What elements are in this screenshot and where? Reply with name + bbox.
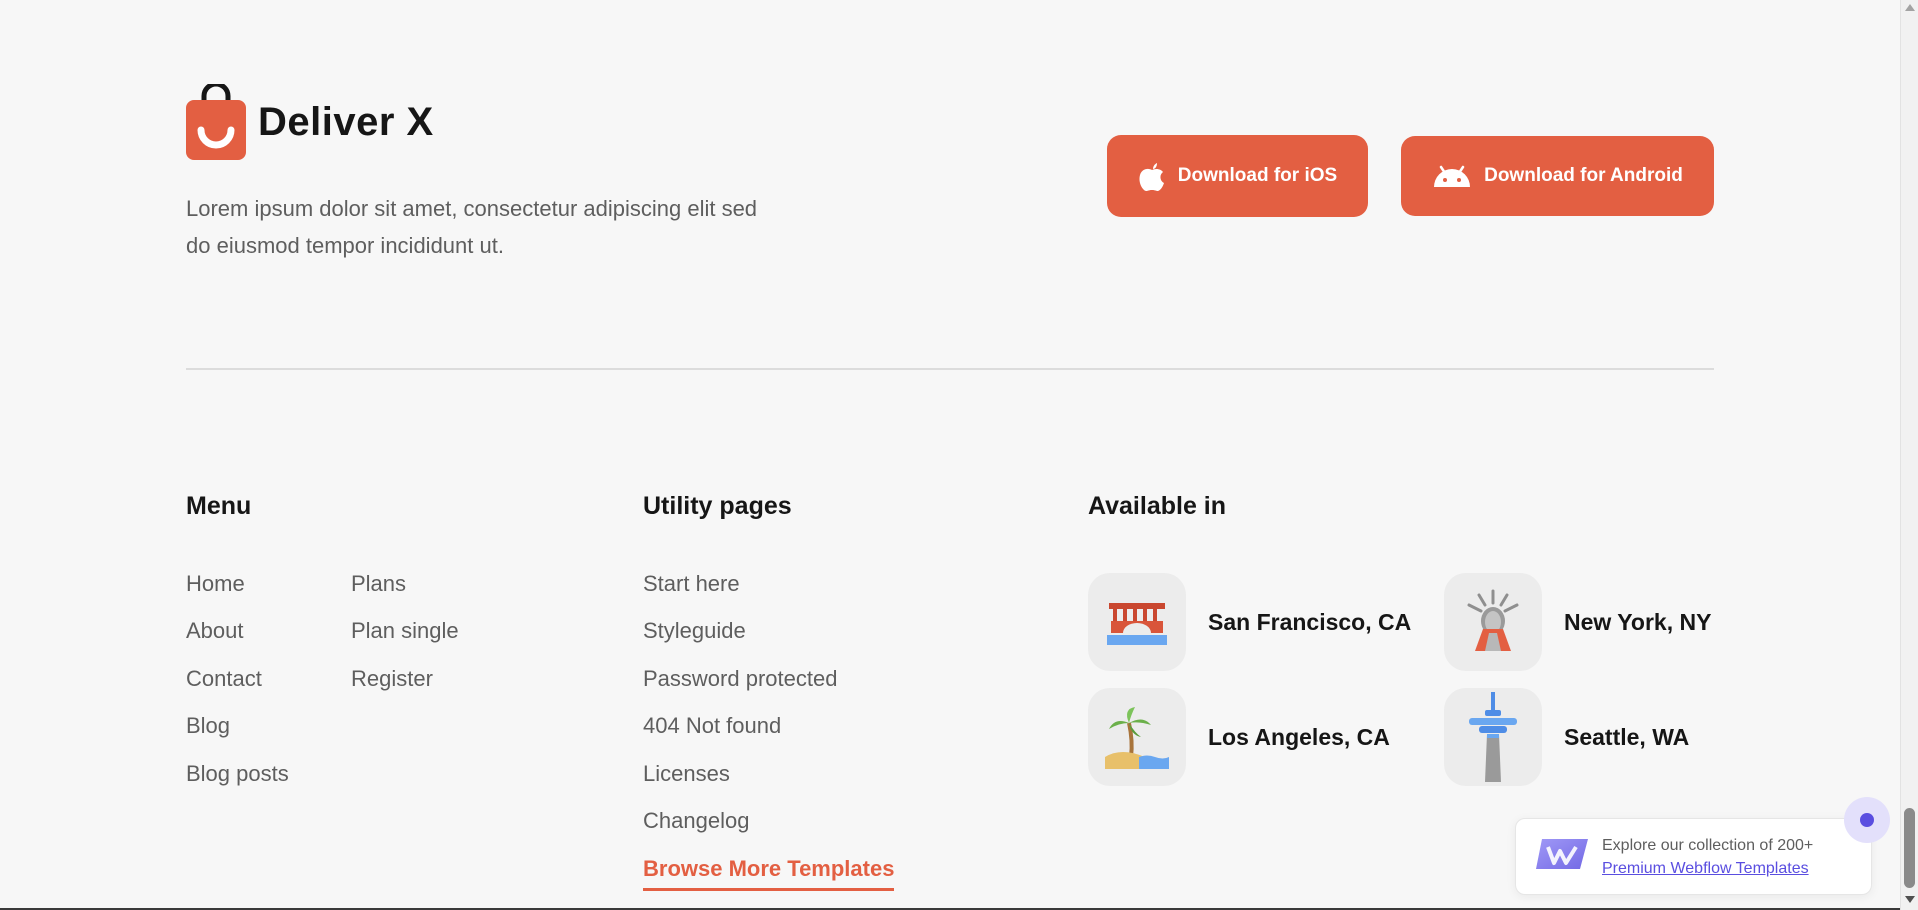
premium-webflow-templates-link[interactable]: Premium Webflow Templates (1602, 860, 1809, 877)
download-android-label: Download for Android (1484, 165, 1683, 186)
available-title: Available in (1088, 492, 1227, 520)
city-seattle[interactable]: Seattle, WA (1444, 688, 1689, 786)
menu-title: Menu (186, 492, 252, 520)
city-los-angeles[interactable]: Los Angeles, CA (1088, 688, 1390, 786)
palm-beach-icon (1088, 688, 1186, 786)
space-needle-icon (1444, 688, 1542, 786)
utility-title: Utility pages (643, 492, 792, 520)
android-icon (1432, 163, 1472, 189)
promo-text: Explore our collection of 200+ (1602, 836, 1814, 854)
dot-icon (1860, 813, 1874, 827)
scroll-up-arrow-icon[interactable] (1905, 4, 1915, 11)
download-ios-button[interactable]: Download for iOS (1107, 135, 1368, 217)
statue-of-liberty-icon (1444, 573, 1542, 671)
menu-link-home[interactable]: Home (186, 571, 245, 597)
webflow-promo-card[interactable]: Explore our collection of 200+ Premium W… (1515, 818, 1872, 895)
city-name: San Francisco, CA (1208, 608, 1412, 635)
city-name: Los Angeles, CA (1208, 723, 1390, 750)
brand[interactable]: Deliver X (186, 81, 434, 160)
scrollbar[interactable] (1900, 0, 1918, 910)
download-android-button[interactable]: Download for Android (1401, 136, 1714, 216)
download-ios-label: Download for iOS (1177, 165, 1338, 186)
utility-link-password-protected[interactable]: Password protected (643, 666, 837, 692)
menu-link-contact[interactable]: Contact (186, 666, 262, 692)
city-name: New York, NY (1564, 608, 1712, 635)
promo-toggle-button[interactable] (1844, 797, 1890, 843)
browse-more-templates-link[interactable]: Browse More Templates (643, 856, 895, 891)
menu-link-plan-single[interactable]: Plan single (351, 618, 459, 644)
city-san-francisco[interactable]: San Francisco, CA (1088, 573, 1411, 671)
brand-name: Deliver X (258, 99, 434, 144)
utility-link-changelog[interactable]: Changelog (643, 808, 749, 834)
scroll-down-arrow-icon[interactable] (1905, 896, 1915, 903)
menu-link-blog[interactable]: Blog (186, 713, 230, 739)
menu-link-plans[interactable]: Plans (351, 571, 406, 597)
apple-icon (1138, 160, 1166, 192)
golden-gate-bridge-icon (1088, 573, 1186, 671)
utility-link-licenses[interactable]: Licenses (643, 761, 730, 787)
menu-link-about[interactable]: About (186, 618, 244, 644)
webflow-logo-icon (1536, 835, 1588, 878)
city-new-york[interactable]: New York, NY (1444, 573, 1711, 671)
scrollbar-thumb[interactable] (1904, 808, 1915, 888)
menu-link-blog-posts[interactable]: Blog posts (186, 761, 289, 787)
utility-link-404[interactable]: 404 Not found (643, 713, 781, 739)
utility-link-styleguide[interactable]: Styleguide (643, 618, 746, 644)
divider (186, 368, 1714, 370)
utility-link-start-here[interactable]: Start here (643, 571, 740, 597)
brand-description: Lorem ipsum dolor sit amet, consectetur … (186, 196, 758, 258)
city-name: Seattle, WA (1564, 723, 1690, 750)
menu-link-register[interactable]: Register (351, 666, 433, 692)
shopping-bag-logo-icon (186, 81, 246, 160)
footer: Deliver X Lorem ipsum dolor sit amet, co… (0, 0, 1900, 908)
